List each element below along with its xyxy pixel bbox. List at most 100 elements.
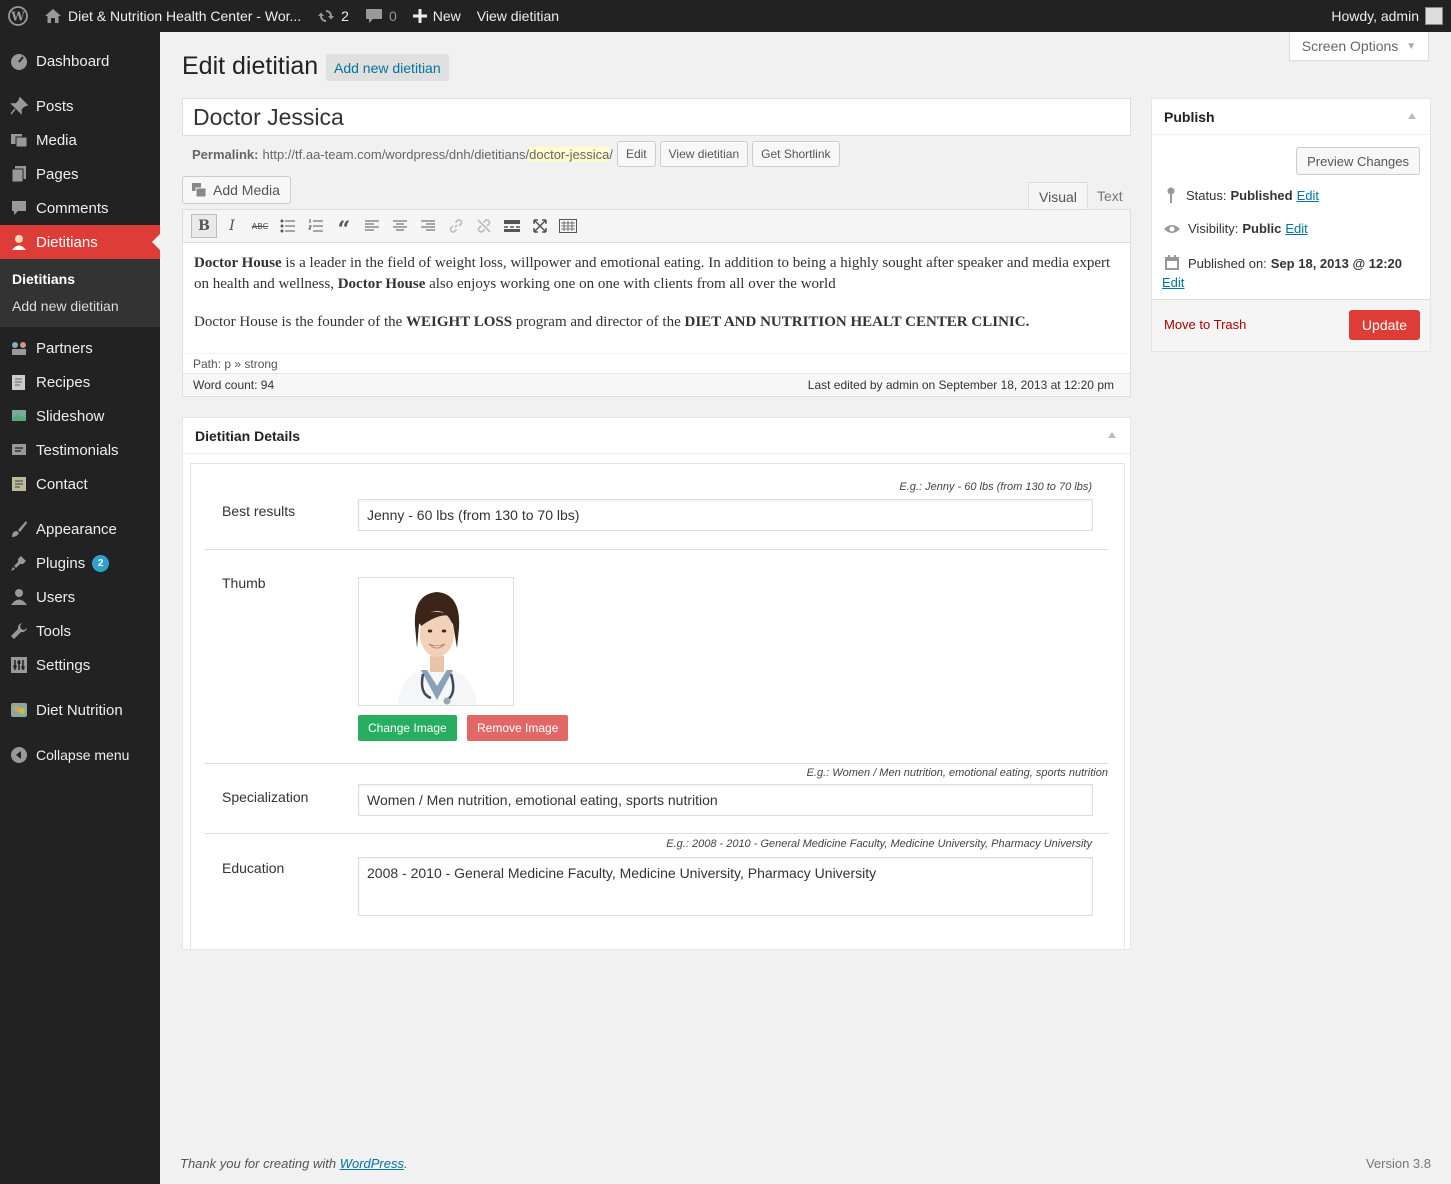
menu-plugins[interactable]: Plugins 2 bbox=[0, 546, 160, 580]
publish-status-row: Status: Published Edit bbox=[1164, 187, 1319, 203]
my-account-link[interactable]: Howdy, admin bbox=[1323, 0, 1451, 32]
recipes-icon bbox=[10, 373, 28, 391]
change-image-button[interactable]: Change Image bbox=[358, 715, 457, 741]
content-paragraph-1: Doctor House is a leader in the field of… bbox=[194, 253, 1119, 294]
bold-icon[interactable]: B bbox=[191, 214, 217, 238]
bold-text: Doctor House bbox=[194, 255, 282, 271]
contact-icon bbox=[10, 475, 28, 493]
wordpress-link[interactable]: WordPress bbox=[340, 1156, 404, 1171]
menu-dietitians[interactable]: Dietitians bbox=[0, 225, 160, 259]
updates-link[interactable]: 2 bbox=[309, 0, 357, 32]
footer-thanks-text: Thank you for creating with bbox=[180, 1156, 340, 1171]
wrench-icon bbox=[10, 622, 28, 640]
view-dietitian-link[interactable]: View dietitian bbox=[469, 0, 567, 32]
updates-count: 2 bbox=[341, 8, 349, 24]
edit-visibility-link[interactable]: Edit bbox=[1285, 221, 1307, 236]
submenu-add-new-dietitian[interactable]: Add new dietitian bbox=[0, 292, 160, 319]
add-new-dietitian-button[interactable]: Add new dietitian bbox=[326, 54, 449, 81]
content-editor: B I ABC “ Doctor House is a leader in th… bbox=[182, 209, 1131, 397]
pin-icon bbox=[1167, 187, 1175, 203]
paragraph-text: also enjoys working one on one with clie… bbox=[425, 275, 836, 292]
post-title-input[interactable]: Doctor Jessica bbox=[182, 98, 1131, 136]
menu-diet-nutrition[interactable]: Diet Nutrition bbox=[0, 693, 160, 727]
thumb-image bbox=[358, 577, 514, 706]
howdy-text: Howdy, admin bbox=[1331, 8, 1419, 24]
dietitians-submenu: Dietitians Add new dietitian bbox=[0, 259, 160, 327]
publish-header[interactable]: Publish bbox=[1152, 99, 1430, 135]
paragraph-text: Doctor House is the founder of the bbox=[194, 314, 407, 330]
menu-tools[interactable]: Tools bbox=[0, 614, 160, 648]
publish-title: Publish bbox=[1164, 108, 1215, 125]
menu-posts[interactable]: Posts bbox=[0, 89, 160, 123]
education-textarea[interactable]: 2008 - 2010 - General Medicine Faculty, … bbox=[358, 857, 1093, 916]
wordpress-logo-icon[interactable]: W bbox=[0, 0, 36, 32]
numbered-list-icon[interactable] bbox=[303, 214, 329, 238]
dietitian-details-title: Dietitian Details bbox=[195, 427, 301, 444]
get-shortlink-button[interactable]: Get Shortlink bbox=[752, 141, 840, 167]
menu-settings-label: Settings bbox=[36, 656, 91, 674]
blockquote-icon[interactable]: “ bbox=[331, 214, 357, 243]
menu-media-label: Media bbox=[36, 131, 77, 149]
menu-dashboard[interactable]: Dashboard bbox=[0, 44, 160, 78]
menu-appearance[interactable]: Appearance bbox=[0, 512, 160, 546]
preview-changes-button[interactable]: Preview Changes bbox=[1296, 147, 1420, 175]
view-dietitian-label: View dietitian bbox=[476, 8, 560, 24]
unlink-icon[interactable] bbox=[471, 214, 497, 238]
update-button[interactable]: Update bbox=[1349, 310, 1420, 340]
collapse-menu-label: Collapse menu bbox=[36, 747, 130, 763]
fullscreen-icon[interactable] bbox=[527, 214, 553, 238]
menu-media[interactable]: Media bbox=[0, 123, 160, 157]
menu-pages[interactable]: Pages bbox=[0, 157, 160, 191]
align-right-icon[interactable] bbox=[415, 214, 441, 238]
paragraph-text: program and director of the bbox=[512, 314, 685, 330]
site-name-link[interactable]: Diet & Nutrition Health Center - Wor... bbox=[36, 0, 309, 32]
submenu-dietitians[interactable]: Dietitians bbox=[0, 265, 160, 292]
specialization-input[interactable]: Women / Men nutrition, emotional eating,… bbox=[358, 784, 1093, 816]
align-left-icon[interactable] bbox=[359, 214, 385, 238]
menu-diet-nutrition-label: Diet Nutrition bbox=[36, 701, 123, 719]
edit-status-link[interactable]: Edit bbox=[1297, 188, 1319, 203]
add-media-button[interactable]: Add Media bbox=[182, 176, 291, 204]
best-results-hint: E.g.: Jenny - 60 lbs (from 130 to 70 lbs… bbox=[899, 481, 1092, 493]
plug-icon bbox=[10, 554, 28, 572]
comments-link[interactable]: 0 bbox=[357, 0, 405, 32]
menu-recipes[interactable]: Recipes bbox=[0, 365, 160, 399]
plus-icon bbox=[412, 9, 427, 23]
collapse-toggle-icon[interactable] bbox=[1108, 432, 1116, 438]
align-center-icon[interactable] bbox=[387, 214, 413, 238]
menu-testimonials[interactable]: Testimonials bbox=[0, 433, 160, 467]
editor-content[interactable]: Doctor House is a leader in the field of… bbox=[183, 243, 1130, 353]
menu-slideshow[interactable]: Slideshow bbox=[0, 399, 160, 433]
menu-settings[interactable]: Settings bbox=[0, 648, 160, 682]
view-dietitian-button[interactable]: View dietitian bbox=[659, 141, 749, 167]
permalink-slug[interactable]: doctor-jessica bbox=[529, 146, 610, 162]
screen-options-button[interactable]: Screen Options ▼ bbox=[1289, 32, 1429, 61]
link-icon[interactable] bbox=[443, 214, 469, 238]
menu-comments[interactable]: Comments bbox=[0, 191, 160, 225]
best-results-input[interactable]: Jenny - 60 lbs (from 130 to 70 lbs) bbox=[358, 499, 1093, 531]
strikethrough-icon[interactable]: ABC bbox=[247, 214, 273, 238]
collapse-toggle-icon[interactable] bbox=[1408, 113, 1416, 119]
menu-partners[interactable]: Partners bbox=[0, 331, 160, 365]
menu-users[interactable]: Users bbox=[0, 580, 160, 614]
settings-sliders-icon bbox=[10, 656, 28, 674]
dietitian-details-box: Dietitian Details E.g.: Jenny - 60 lbs (… bbox=[182, 417, 1131, 950]
italic-icon[interactable]: I bbox=[219, 214, 245, 238]
menu-contact[interactable]: Contact bbox=[0, 467, 160, 501]
bullet-list-icon[interactable] bbox=[275, 214, 301, 238]
edit-slug-button[interactable]: Edit bbox=[616, 141, 656, 167]
read-more-icon[interactable] bbox=[499, 214, 525, 238]
publish-date-row: Published on: Sep 18, 2013 @ 12:20 bbox=[1164, 255, 1406, 271]
remove-image-button[interactable]: Remove Image bbox=[467, 715, 569, 741]
dietitian-details-header[interactable]: Dietitian Details bbox=[183, 418, 1130, 454]
tab-text[interactable]: Text bbox=[1086, 182, 1134, 210]
toolbar-toggle-icon[interactable] bbox=[555, 214, 581, 238]
new-content-link[interactable]: New bbox=[405, 0, 469, 32]
menu-users-label: Users bbox=[36, 588, 76, 606]
edit-date-link[interactable]: Edit bbox=[1162, 275, 1184, 290]
menu-posts-label: Posts bbox=[36, 97, 74, 115]
tab-visual[interactable]: Visual bbox=[1028, 182, 1088, 210]
divider bbox=[205, 763, 1109, 764]
collapse-menu-button[interactable]: Collapse menu bbox=[0, 738, 160, 772]
move-to-trash-link[interactable]: Move to Trash bbox=[1164, 317, 1246, 332]
